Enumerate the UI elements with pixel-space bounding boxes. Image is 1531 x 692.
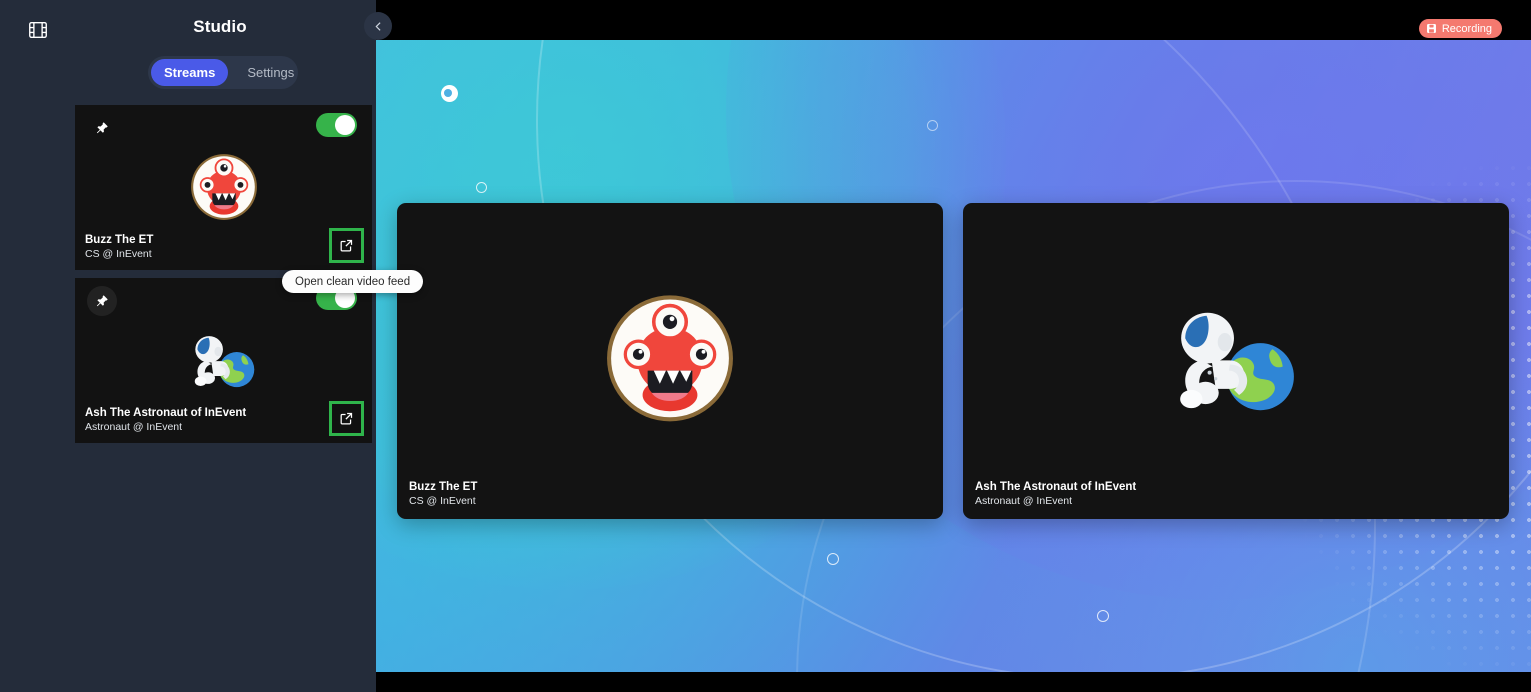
stream-role: Astronaut @ InEvent xyxy=(85,421,183,433)
tab-streams[interactable]: Streams xyxy=(151,59,229,86)
external-link-icon xyxy=(340,239,353,252)
chevron-left-icon xyxy=(374,21,381,31)
decor-circle-c xyxy=(827,553,839,565)
stage-bottom-bar xyxy=(376,672,1531,692)
page-title: Studio xyxy=(193,17,247,36)
stage-top-bar xyxy=(376,0,1531,40)
decor-eye-circle xyxy=(441,85,458,102)
alien-monster-avatar xyxy=(190,154,257,220)
astronaut-earth-avatar xyxy=(194,336,254,388)
studio-panel: Studio Streams Settings Buzz The ET CS @… xyxy=(0,0,376,692)
film-strip-icon xyxy=(25,17,51,43)
stream-card-meta: Buzz The ET CS @ InEvent xyxy=(85,233,153,261)
pin-icon xyxy=(96,295,108,307)
external-link-icon xyxy=(340,412,353,425)
open-clean-video-feed-button[interactable] xyxy=(329,228,364,263)
stream-name: Ash The Astronaut of InEvent xyxy=(85,407,247,419)
stream-role: CS @ InEvent xyxy=(85,248,152,260)
open-clean-video-feed-button[interactable] xyxy=(329,401,364,436)
status-badge-recording: Recording xyxy=(1418,19,1502,38)
tile-meta: Ash The Astronaut of InEvent Astronaut @… xyxy=(975,480,1136,508)
stream-toggle[interactable] xyxy=(316,113,357,137)
studio-app: Buzz The ET CS @ InEvent Ash The Astrona… xyxy=(0,0,1531,692)
video-tile[interactable]: Buzz The ET CS @ InEvent xyxy=(397,203,943,519)
tile-role: Astronaut @ InEvent xyxy=(975,495,1073,507)
collapse-panel-button[interactable] xyxy=(364,12,392,40)
decor-circle-b xyxy=(927,120,938,131)
tile-role: CS @ InEvent xyxy=(409,495,476,507)
tile-name: Buzz The ET xyxy=(409,481,478,493)
alien-monster-avatar xyxy=(607,295,733,422)
tile-meta: Buzz The ET CS @ InEvent xyxy=(409,480,477,508)
recording-label: Recording xyxy=(1441,22,1492,35)
tile-name: Ash The Astronaut of InEvent xyxy=(975,481,1137,493)
stream-card[interactable]: Buzz The ET CS @ InEvent xyxy=(75,105,372,270)
decor-circle-a xyxy=(476,182,487,193)
stream-card[interactable]: Ash The Astronaut of InEvent Astronaut @… xyxy=(75,278,372,443)
video-tile[interactable]: Ash The Astronaut of InEvent Astronaut @… xyxy=(963,203,1509,519)
segmented-tabs: Streams Settings xyxy=(148,56,298,89)
pin-button[interactable] xyxy=(87,113,117,143)
pin-icon xyxy=(96,122,108,134)
tooltip: Open clean video feed xyxy=(282,270,424,293)
toggle-knob xyxy=(335,115,355,135)
astronaut-earth-avatar xyxy=(1180,312,1294,411)
decor-circle-d xyxy=(1097,610,1109,622)
tab-settings[interactable]: Settings xyxy=(234,59,307,86)
stream-name: Buzz The ET xyxy=(85,234,154,246)
save-disk-icon xyxy=(1426,24,1436,33)
stream-card-meta: Ash The Astronaut of InEvent Astronaut @… xyxy=(85,406,246,434)
pin-button[interactable] xyxy=(87,286,117,316)
